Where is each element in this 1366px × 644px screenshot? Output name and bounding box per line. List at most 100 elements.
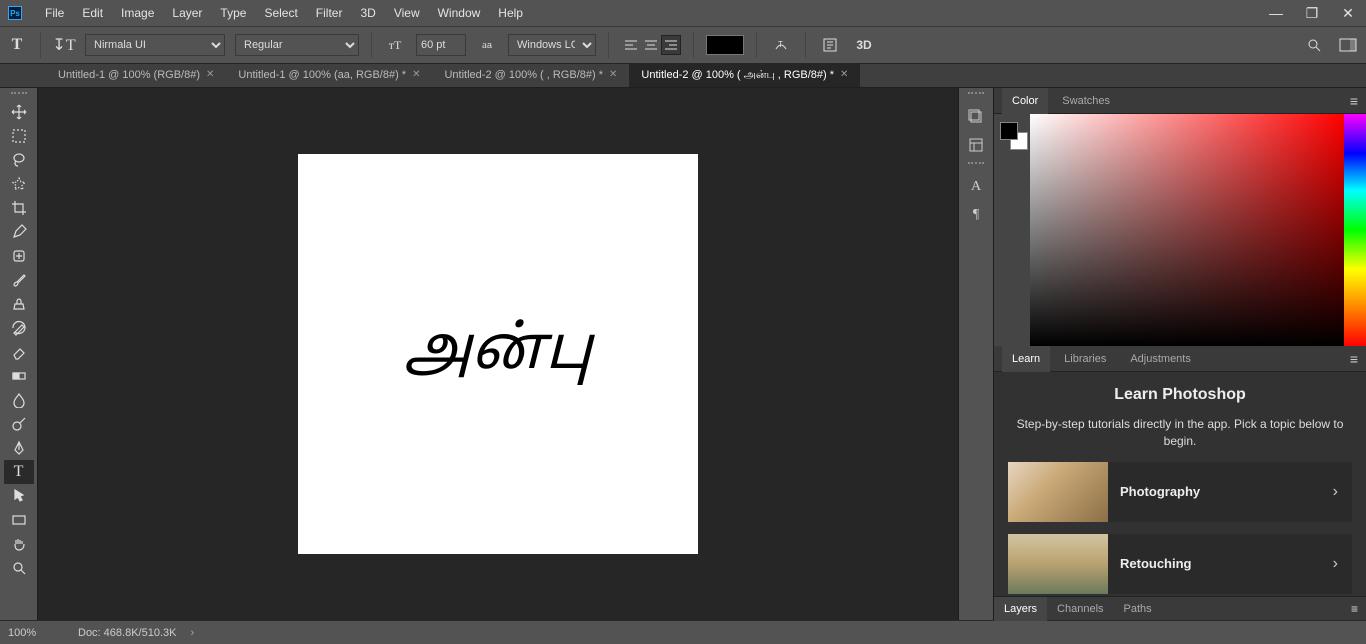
paragraph-panel-icon[interactable]: ¶	[963, 204, 989, 226]
menu-layer[interactable]: Layer	[163, 0, 211, 26]
foreground-color[interactable]	[1000, 122, 1018, 140]
tab-close-icon[interactable]: ✕	[609, 63, 617, 87]
align-center-button[interactable]	[641, 35, 661, 55]
lasso-tool[interactable]	[4, 148, 34, 172]
panel-menu-icon[interactable]: ≡	[1350, 351, 1358, 367]
learn-heading: Learn Photoshop	[1008, 386, 1352, 404]
hue-strip[interactable]	[1344, 114, 1366, 346]
panel-drag-handle[interactable]	[4, 92, 34, 100]
learn-card-photography[interactable]: Photography ›	[1008, 462, 1352, 522]
document-tab[interactable]: Untitled-2 @ 100% ( அன்பு , RGB/8#) *✕	[629, 63, 860, 87]
chevron-right-icon: ›	[1319, 483, 1352, 501]
marquee-tool[interactable]	[4, 124, 34, 148]
menu-filter[interactable]: Filter	[307, 0, 352, 26]
font-size-input[interactable]	[416, 34, 466, 56]
rectangle-tool[interactable]	[4, 508, 34, 532]
blur-tool[interactable]	[4, 388, 34, 412]
learn-panel-body: Learn Photoshop Step-by-step tutorials d…	[994, 372, 1366, 596]
libraries-tab[interactable]: Libraries	[1054, 346, 1116, 372]
window-minimize-button[interactable]: —	[1258, 5, 1294, 21]
path-select-tool[interactable]	[4, 484, 34, 508]
menu-view[interactable]: View	[385, 0, 429, 26]
divider	[805, 32, 806, 58]
eraser-tool[interactable]	[4, 340, 34, 364]
pen-tool[interactable]	[4, 436, 34, 460]
tab-close-icon[interactable]: ✕	[206, 63, 214, 87]
menu-help[interactable]: Help	[489, 0, 532, 26]
workspace-switcher-button[interactable]	[1336, 33, 1360, 57]
document-tab[interactable]: Untitled-1 @ 100% (aa, RGB/8#) *✕	[226, 63, 432, 87]
type-tool[interactable]: T	[4, 460, 34, 484]
align-left-button[interactable]	[621, 35, 641, 55]
fg-bg-swatches[interactable]	[994, 114, 1030, 346]
zoom-level[interactable]: 100%	[8, 627, 64, 639]
search-icon[interactable]	[1302, 33, 1326, 57]
type-tool-indicator-icon: T	[6, 34, 28, 56]
text-orientation-icon[interactable]: ↧T	[53, 34, 75, 56]
warp-text-button[interactable]: T	[769, 33, 793, 57]
brush-tool[interactable]	[4, 268, 34, 292]
color-panel-body	[994, 114, 1366, 346]
learn-card-retouching[interactable]: Retouching ›	[1008, 534, 1352, 594]
options-bar: T ↧T Nirmala UI Regular тT aa Windows LC…	[0, 26, 1366, 64]
color-picker-field[interactable]	[1030, 114, 1344, 346]
eyedropper-tool[interactable]	[4, 220, 34, 244]
tab-label: Untitled-2 @ 100% ( , RGB/8#) *	[444, 63, 603, 87]
tab-close-icon[interactable]: ✕	[840, 63, 848, 87]
history-panel-icon[interactable]	[963, 106, 989, 128]
gradient-tool[interactable]	[4, 364, 34, 388]
tab-close-icon[interactable]: ✕	[412, 63, 420, 87]
document-tab[interactable]: Untitled-1 @ 100% (RGB/8#)✕	[46, 63, 226, 87]
swatches-tab[interactable]: Swatches	[1052, 88, 1120, 114]
quick-select-tool[interactable]	[4, 172, 34, 196]
card-label: Retouching	[1108, 556, 1319, 571]
paths-tab[interactable]: Paths	[1114, 597, 1162, 621]
menu-3d[interactable]: 3D	[351, 0, 384, 26]
layers-tab[interactable]: Layers	[994, 597, 1047, 621]
menu-file[interactable]: File	[36, 0, 73, 26]
status-menu-chevron-icon[interactable]: ›	[190, 627, 194, 639]
panel-drag-handle[interactable]	[962, 162, 990, 170]
menu-type[interactable]: Type	[211, 0, 255, 26]
properties-panel-icon[interactable]	[963, 134, 989, 156]
window-close-button[interactable]: ✕	[1330, 5, 1366, 22]
menu-image[interactable]: Image	[112, 0, 163, 26]
divider	[693, 32, 694, 58]
color-tab[interactable]: Color	[1002, 88, 1048, 114]
anti-alias-select[interactable]: Windows LCD	[508, 34, 596, 56]
card-label: Photography	[1108, 484, 1319, 499]
learn-tab[interactable]: Learn	[1002, 346, 1050, 372]
font-family-select[interactable]: Nirmala UI	[85, 34, 225, 56]
character-panel-icon[interactable]: A	[963, 176, 989, 198]
color-panel-tabs: Color Swatches ≡	[994, 88, 1366, 114]
adjustments-tab[interactable]: Adjustments	[1120, 346, 1201, 372]
dodge-tool[interactable]	[4, 412, 34, 436]
toolbox: T	[0, 88, 38, 620]
window-maximize-button[interactable]: ❐	[1294, 5, 1330, 22]
document-canvas[interactable]: அன்பு	[298, 154, 698, 554]
menu-window[interactable]: Window	[429, 0, 490, 26]
panel-menu-icon[interactable]: ≡	[1343, 602, 1366, 616]
menu-select[interactable]: Select	[255, 0, 306, 26]
align-right-button[interactable]	[661, 35, 681, 55]
zoom-tool[interactable]	[4, 556, 34, 580]
document-tab[interactable]: Untitled-2 @ 100% ( , RGB/8#) *✕	[432, 63, 629, 87]
clone-stamp-tool[interactable]	[4, 292, 34, 316]
healing-brush-tool[interactable]	[4, 244, 34, 268]
history-brush-tool[interactable]	[4, 316, 34, 340]
text-layer[interactable]: அன்பு	[404, 317, 592, 391]
3d-button[interactable]: 3D	[852, 33, 876, 57]
panel-drag-handle[interactable]	[962, 92, 990, 100]
font-style-select[interactable]: Regular	[235, 34, 359, 56]
layers-panel-tabs: Layers Channels Paths ≡	[994, 596, 1366, 620]
crop-tool[interactable]	[4, 196, 34, 220]
character-panel-button[interactable]	[818, 33, 842, 57]
menu-edit[interactable]: Edit	[73, 0, 112, 26]
channels-tab[interactable]: Channels	[1047, 597, 1113, 621]
text-color-swatch[interactable]	[706, 35, 744, 55]
canvas-area[interactable]: அன்பு	[38, 88, 958, 620]
hand-tool[interactable]	[4, 532, 34, 556]
divider	[608, 32, 609, 58]
panel-menu-icon[interactable]: ≡	[1350, 93, 1358, 109]
move-tool[interactable]	[4, 100, 34, 124]
